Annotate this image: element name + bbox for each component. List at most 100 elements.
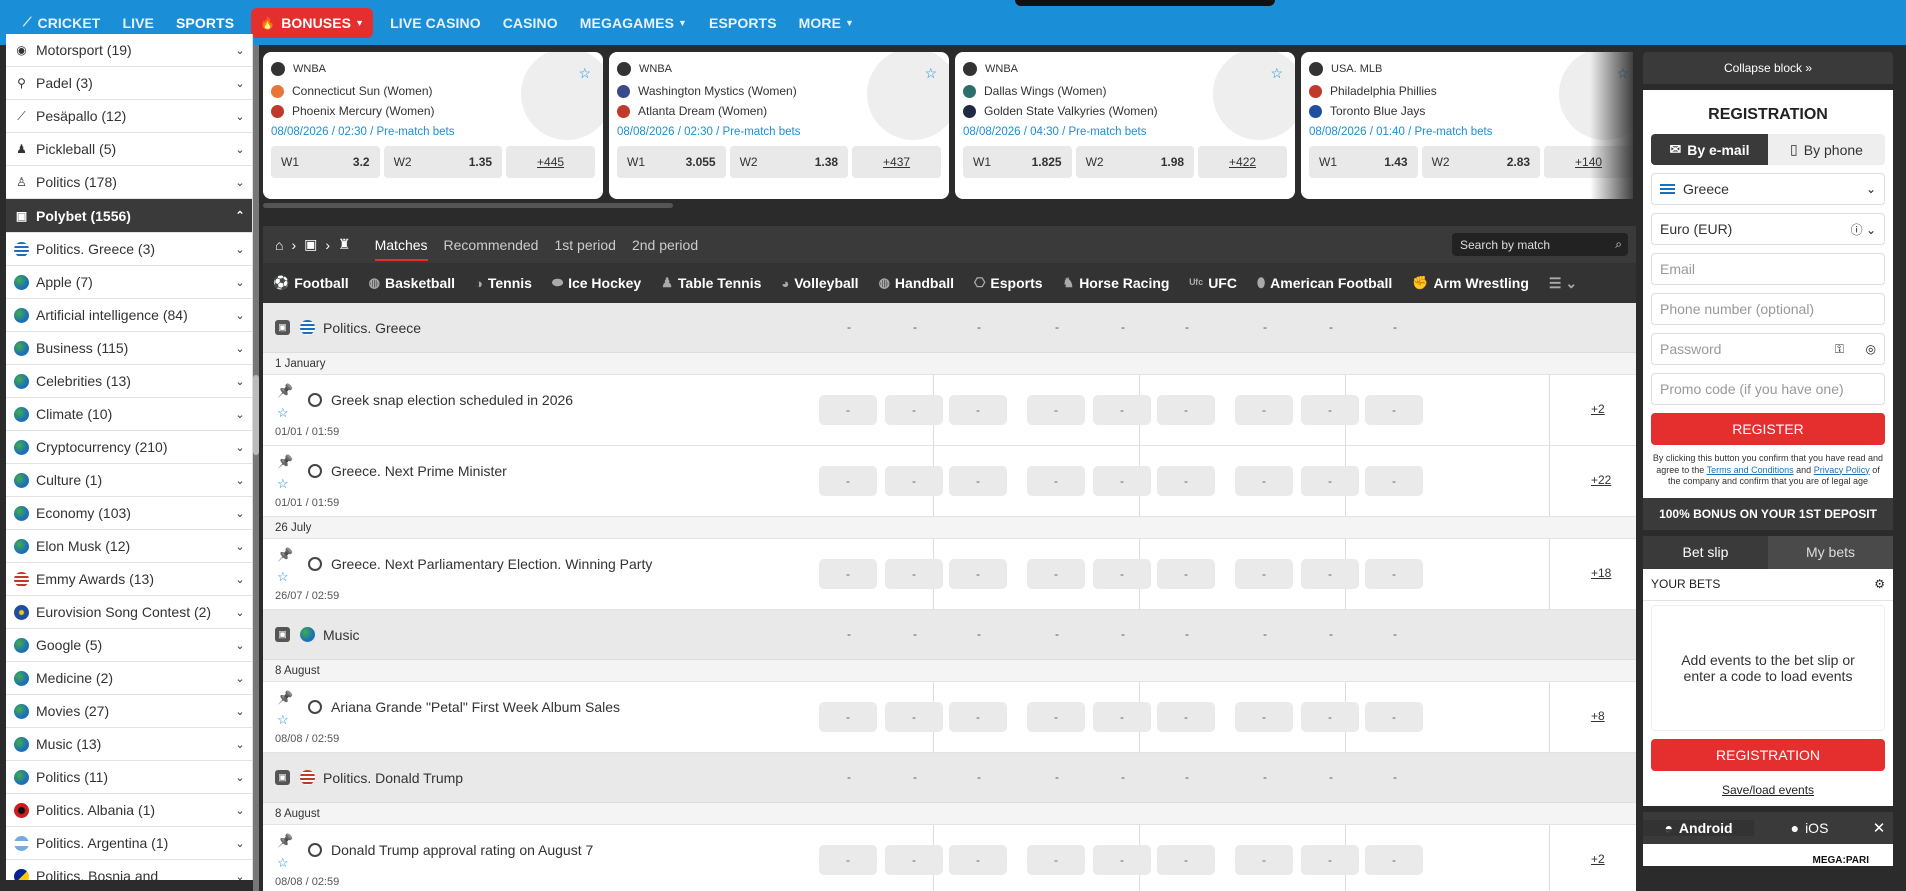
pin-icon[interactable]: 📌 (277, 383, 293, 399)
odds-cell[interactable]: - (1027, 395, 1085, 425)
odds-cell[interactable]: - (1365, 845, 1423, 875)
sidebar-item[interactable]: Politics. Albania (1) ⌄ (6, 794, 252, 827)
event-date[interactable]: 08/08/2026 / 02:30 / Pre-match bets (617, 126, 941, 138)
sidebar-item[interactable]: Emmy Awards (13) ⌄ (6, 563, 252, 596)
terms-link[interactable]: Terms and Conditions (1707, 465, 1794, 475)
key-icon[interactable]: ⚿ (1835, 342, 1844, 357)
event-card[interactable]: WNBA ☆ Dallas Wings (Women) Golden State Va… (955, 52, 1295, 199)
sidebar-item[interactable]: Cryptocurrency (210) ⌄ (6, 431, 252, 464)
chevron-down-icon[interactable]: ⌄ (228, 771, 252, 784)
odds-cell[interactable]: - (819, 559, 877, 589)
sidebar-item[interactable]: Politics. Greece (3) ⌄ (6, 233, 252, 266)
ios-app-button[interactable]: ● iOS (1754, 820, 1865, 836)
sidebar-item[interactable]: Medicine (2) ⌄ (6, 662, 252, 695)
tab-matches[interactable]: Matches (374, 229, 428, 261)
nav-casino[interactable]: CASINO (492, 0, 569, 45)
sport-filter-volleyball[interactable]: ◕ Volleyball (781, 275, 858, 291)
sidebar-item[interactable]: Elon Musk (12) ⌄ (6, 530, 252, 563)
nav-live-casino[interactable]: LIVE CASINO (379, 0, 492, 45)
odds-button[interactable]: W1 1.43 (1309, 146, 1418, 178)
event-row[interactable]: 📌 ☆ Greece. Next Prime Minister 01/01 / 01:… (263, 446, 1636, 517)
close-icon[interactable]: ✕ (1865, 819, 1893, 837)
event-name[interactable]: Donald Trump approval rating on August 7 (331, 842, 593, 858)
sidebar-item[interactable]: Music (13) ⌄ (6, 728, 252, 761)
scrollbar-thumb[interactable] (253, 375, 259, 455)
chevron-down-icon[interactable]: ⌄ (228, 342, 252, 355)
tab-recommended[interactable]: Recommended (444, 237, 539, 253)
odds-cell[interactable]: - (1301, 702, 1359, 732)
odds-cell[interactable]: - (1157, 702, 1215, 732)
deposit-bonus-banner[interactable]: 100% BONUS ON YOUR 1ST DEPOSIT (1643, 497, 1893, 530)
odds-cell[interactable]: - (1235, 845, 1293, 875)
odds-cell[interactable]: - (819, 702, 877, 732)
event-card[interactable]: WNBA ☆ Washington Mystics (Women) Atlanta D… (609, 52, 949, 199)
more-markets-button[interactable]: +422 (1198, 146, 1287, 178)
sports-menu-icon[interactable]: ☰ ⌄ (1549, 275, 1577, 292)
chevron-down-icon[interactable]: ⌄ (228, 110, 252, 123)
chevron-down-icon[interactable]: ⌄ (228, 804, 252, 817)
tab-by-phone[interactable]: ▯ By phone (1768, 134, 1885, 165)
more-markets-button[interactable]: +437 (852, 146, 941, 178)
info-icon[interactable]: ⓘ ⌄ (1851, 221, 1876, 238)
pin-icon[interactable]: 📌 (277, 547, 293, 563)
odds-cell[interactable]: - (1027, 559, 1085, 589)
odds-button[interactable]: W1 3.2 (271, 146, 380, 178)
chevron-down-icon[interactable]: ⌄ (228, 540, 252, 553)
chevron-down-icon[interactable]: ⌄ (228, 738, 252, 751)
chevron-down-icon[interactable]: ⌄ (228, 143, 252, 156)
pin-icon[interactable]: 📌 (277, 690, 293, 706)
chevron-down-icon[interactable]: ⌄ (228, 309, 252, 322)
odds-button[interactable]: W2 1.38 (729, 146, 849, 178)
event-row[interactable]: 📌 ☆ Greek snap election scheduled in 2026 0… (263, 375, 1636, 446)
odds-button[interactable]: W2 1.35 (383, 146, 503, 178)
odds-cell[interactable]: - (819, 845, 877, 875)
odds-cell[interactable]: - (1027, 702, 1085, 732)
chevron-down-icon[interactable]: ⌄ (228, 408, 252, 421)
chevron-down-icon[interactable]: ⌄ (228, 77, 252, 90)
chevron-up-icon[interactable]: ⌃ (228, 209, 252, 222)
event-card[interactable]: WNBA ☆ Connecticut Sun (Women) Phoenix Merc… (263, 52, 603, 199)
sidebar-item[interactable]: Politics. Bosnia and ⌄ (6, 860, 252, 880)
privacy-link[interactable]: Privacy Policy (1814, 465, 1870, 475)
chevron-down-icon[interactable]: ⌄ (228, 441, 252, 454)
odds-cell[interactable]: - (1365, 702, 1423, 732)
more-markets-button[interactable]: +445 (506, 146, 595, 178)
pin-icon[interactable]: 📌 (277, 454, 293, 470)
app-promo-banner[interactable]: MEGA:PARI (1643, 843, 1893, 866)
sport-filter-esports[interactable]: ⎔ Esports (974, 275, 1042, 291)
odds-cell[interactable]: - (1093, 466, 1151, 496)
sidebar-item[interactable]: ♙ Politics (178) ⌄ (6, 166, 252, 199)
register-button[interactable]: REGISTER (1651, 413, 1885, 445)
favorite-star-icon[interactable]: ☆ (1270, 65, 1283, 82)
odds-cell[interactable]: - (1235, 702, 1293, 732)
currency-select[interactable]: Euro (EUR) ⓘ ⌄ (1651, 213, 1885, 245)
event-card[interactable]: USA. MLB☆Philadelphia PhilliesToronto Bl… (1301, 52, 1633, 199)
sidebar-item[interactable]: ⟋ Pesäpallo (12) ⌄ (6, 100, 252, 133)
polybet-icon[interactable]: ▣ (304, 236, 317, 253)
chevron-down-icon[interactable]: ⌄ (228, 705, 252, 718)
odds-cell[interactable]: - (1365, 395, 1423, 425)
more-markets-link[interactable]: +2 (1591, 402, 1605, 416)
tab-by-email[interactable]: ✉ By e-mail (1651, 134, 1768, 165)
sidebar-item[interactable]: Eurovision Song Contest (2) ⌄ (6, 596, 252, 629)
odds-cell[interactable]: - (1093, 395, 1151, 425)
odds-cell[interactable]: - (885, 559, 943, 589)
more-markets-link[interactable]: +22 (1591, 473, 1611, 487)
chevron-down-icon[interactable]: ⌄ (228, 243, 252, 256)
sport-filter-table-tennis[interactable]: ♟ Table Tennis (661, 275, 761, 291)
chevron-down-icon[interactable]: ⌄ (228, 573, 252, 586)
odds-cell[interactable]: - (1157, 466, 1215, 496)
event-row[interactable]: 📌 ☆ Ariana Grande "Petal" First Week Album… (263, 682, 1636, 753)
sport-filter-american-football[interactable]: ⬮ American Football (1257, 275, 1392, 291)
odds-cell[interactable]: - (819, 466, 877, 496)
event-row[interactable]: 📌 ☆ Donald Trump approval rating on August… (263, 825, 1636, 891)
nav-more[interactable]: MORE ▼ (788, 0, 865, 45)
more-markets-link[interactable]: +18 (1591, 566, 1611, 580)
odds-cell[interactable]: - (1301, 395, 1359, 425)
favorite-star-icon[interactable]: ☆ (277, 476, 289, 492)
odds-cell[interactable]: - (885, 845, 943, 875)
odds-cell[interactable]: - (949, 466, 1007, 496)
sidebar-item[interactable]: Politics. Argentina (1) ⌄ (6, 827, 252, 860)
odds-cell[interactable]: - (1157, 559, 1215, 589)
event-name[interactable]: Greek snap election scheduled in 2026 (331, 392, 573, 408)
